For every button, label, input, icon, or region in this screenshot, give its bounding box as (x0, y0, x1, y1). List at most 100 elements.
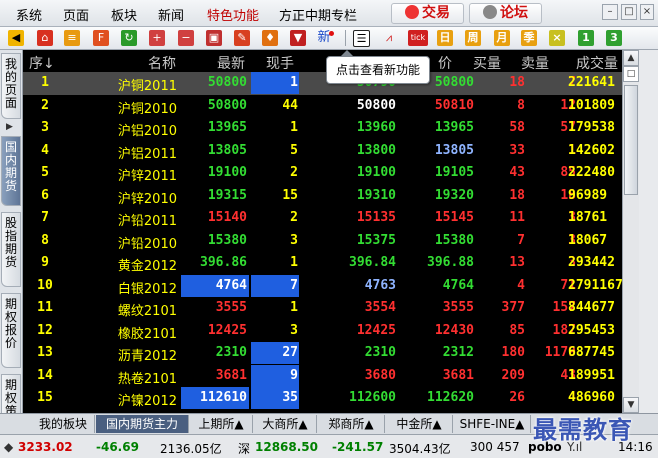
menu-page[interactable]: 页面 (63, 5, 89, 24)
zoom-out-icon[interactable]: − (178, 30, 194, 46)
minimize-button[interactable]: – (602, 4, 618, 20)
col-name-header[interactable]: 名称 (148, 53, 176, 73)
news-icon[interactable]: ≡ (64, 30, 80, 46)
tab-czce[interactable]: 郑商所▲ (318, 415, 385, 433)
period-season-button[interactable]: 季 (521, 30, 537, 46)
period-week-button[interactable]: 周 (465, 30, 481, 46)
notification-dot-icon (329, 31, 334, 36)
scroll-thumb[interactable] (624, 85, 638, 195)
collapse-arrow-icon[interactable]: ▶ (6, 122, 13, 132)
sz-index-value: 12868.50 (255, 440, 319, 454)
tab-domestic-main[interactable]: 国内期货主力 (96, 415, 189, 433)
volume: 179538 (568, 120, 615, 135)
table-row[interactable]: 7 沪铅2011 15140 2 15135 15145 11 3 18761 (23, 207, 622, 230)
last-price: 13805 (207, 142, 247, 158)
bid-price: 13960 (356, 120, 396, 135)
last-price: 4764 (215, 277, 247, 293)
bid-price: 112600 (349, 390, 396, 405)
filter-icon[interactable]: ▼ (290, 30, 306, 46)
volume: 96989 (568, 187, 608, 203)
contract-name: 沪镍2012 (117, 394, 177, 409)
table-row[interactable]: 13 沥青2012 2310 27 2310 2312 180 1179 687745 (23, 342, 622, 365)
f10-icon[interactable]: F (93, 30, 109, 46)
menu-sector[interactable]: 板块 (111, 5, 137, 24)
period-month-button[interactable]: 月 (494, 30, 510, 46)
contract-name: 沪铜2010 (117, 101, 177, 117)
menu-news[interactable]: 新闻 (158, 5, 184, 24)
ask-price: 4764 (442, 277, 474, 293)
last-price: 19315 (207, 187, 247, 203)
bid-volume: 8 (517, 97, 525, 113)
window-icon[interactable]: ▣ (206, 30, 222, 46)
bid-price: 2310 (364, 345, 396, 360)
vertical-scrollbar[interactable]: ▲ □ ▼ (622, 50, 639, 413)
table-row[interactable]: 9 黄金2012 396.86 1 396.84 396.88 13 3 293442 (23, 252, 622, 275)
contract-name: 白银2012 (117, 281, 177, 297)
table-row[interactable]: 14 热卷2101 3681 9 3680 3681 209 43 189951 (23, 364, 622, 388)
volume: 189951 (568, 367, 615, 383)
table-row[interactable]: 11 螺纹2101 3555 1 3554 3555 377 157 844677 (23, 297, 622, 320)
tab-shfe[interactable]: 上期所▲ (190, 415, 253, 433)
quote-table[interactable]: 序↓ 名称 最新 现手 价 买量 卖量 成交量 1沪铜2011508001507… (23, 50, 622, 413)
line-chart-icon[interactable]: ⩘ (381, 30, 397, 46)
contract-name: 黄金2012 (117, 259, 177, 274)
table-row[interactable]: 3 沪铝2010 13965 1 13960 13965 58 57 179538 (23, 117, 622, 140)
ask-price: 50800 (434, 75, 474, 90)
tab-my-page[interactable]: 我的页面 (1, 53, 21, 119)
quote-list-icon[interactable]: ☰ (353, 30, 370, 47)
col-askvol-header[interactable]: 卖量 (521, 53, 549, 73)
col-hand-header[interactable]: 现手 (266, 53, 294, 73)
col-ask-header[interactable]: 价 (438, 53, 452, 73)
col-index-header[interactable]: 序↓ (29, 53, 55, 73)
table-row[interactable]: 2 沪铜2010 50800 44 50800 50810 8 12 101809 (23, 95, 622, 118)
contract-name: 热卷2101 (117, 371, 177, 387)
row-index: 3 (41, 120, 49, 135)
tab-dce[interactable]: 大商所▲ (254, 415, 317, 433)
minute-chart-icon[interactable]: × (549, 30, 565, 46)
tick-chart-icon[interactable]: tick (408, 30, 428, 46)
close-button[interactable]: × (640, 4, 654, 20)
draw-pen-icon[interactable]: ✎ (234, 30, 250, 46)
table-row[interactable]: 4 沪铝2011 13805 5 13800 13805 33 1 142602 (23, 140, 622, 163)
home-icon[interactable]: ⌂ (37, 30, 53, 46)
table-row[interactable]: 8 沪铅2010 15380 3 15375 15380 7 3 18067 (23, 230, 622, 253)
tab-my-sectors[interactable]: 我的板块 (32, 415, 95, 433)
tab-index-futures[interactable]: 股指期货 (1, 212, 21, 287)
row-index: 4 (41, 142, 49, 158)
scroll-corner-icon[interactable]: □ (623, 66, 639, 82)
forum-button[interactable]: 论坛 (469, 3, 542, 24)
back-arrow-icon[interactable]: ◀ (8, 30, 24, 46)
zoom-in-icon[interactable]: + (149, 30, 165, 46)
table-row[interactable]: 12 橡胶2101 12425 3 12425 12430 85 187 295453 (23, 320, 622, 343)
tab-shfe-ine[interactable]: SHFE-INE▲ (454, 415, 531, 433)
table-row[interactable]: 10 白银2012 4764 7 4763 4764 4 71 2791167 (23, 274, 622, 298)
table-row[interactable]: 5 沪锌2011 19100 2 19100 19105 43 85 222480 (23, 162, 622, 185)
current-hand: 1 (290, 75, 298, 90)
scroll-up-arrow-icon[interactable]: ▲ (623, 50, 639, 66)
table-row[interactable]: 15 沪镍2012 112610 35 112600 112620 26 4 486960 (23, 387, 622, 410)
row-index: 15 (37, 390, 53, 405)
watermark-text: 最需教育 (533, 415, 633, 444)
menu-founder-column[interactable]: 方正中期专栏 (279, 5, 357, 24)
row-index: 8 (41, 232, 49, 248)
period-1min-button[interactable]: 1 (578, 30, 594, 46)
table-row[interactable]: 6 沪锌2010 19315 15 19310 19320 18 18 96989 (23, 185, 622, 208)
col-bidvol-header[interactable]: 买量 (473, 53, 501, 73)
period-3min-button[interactable]: 3 (606, 30, 622, 46)
row-index: 12 (37, 322, 53, 338)
period-day-button[interactable]: 日 (437, 30, 453, 46)
tab-domestic-futures[interactable]: 国内期货 (1, 136, 21, 206)
menu-special-features[interactable]: 特色功能 (207, 5, 259, 24)
bell-icon[interactable]: ♦ (262, 30, 278, 46)
trade-button[interactable]: 交易 (391, 3, 464, 24)
tab-options-quotes[interactable]: 期权报价 (1, 293, 21, 368)
maximize-button[interactable]: □ (621, 4, 637, 20)
col-last-header[interactable]: 最新 (217, 53, 245, 73)
refresh-icon[interactable]: ↻ (121, 30, 137, 46)
table-row[interactable]: 1沪铜20115080015079050800187221641 (23, 72, 622, 95)
col-volume-header[interactable]: 成交量 (576, 53, 618, 73)
tab-cffex[interactable]: 中金所▲ (386, 415, 453, 433)
bid-volume: 58 (509, 120, 525, 135)
menu-system[interactable]: 系统 (16, 5, 42, 24)
row-index: 10 (37, 277, 53, 293)
